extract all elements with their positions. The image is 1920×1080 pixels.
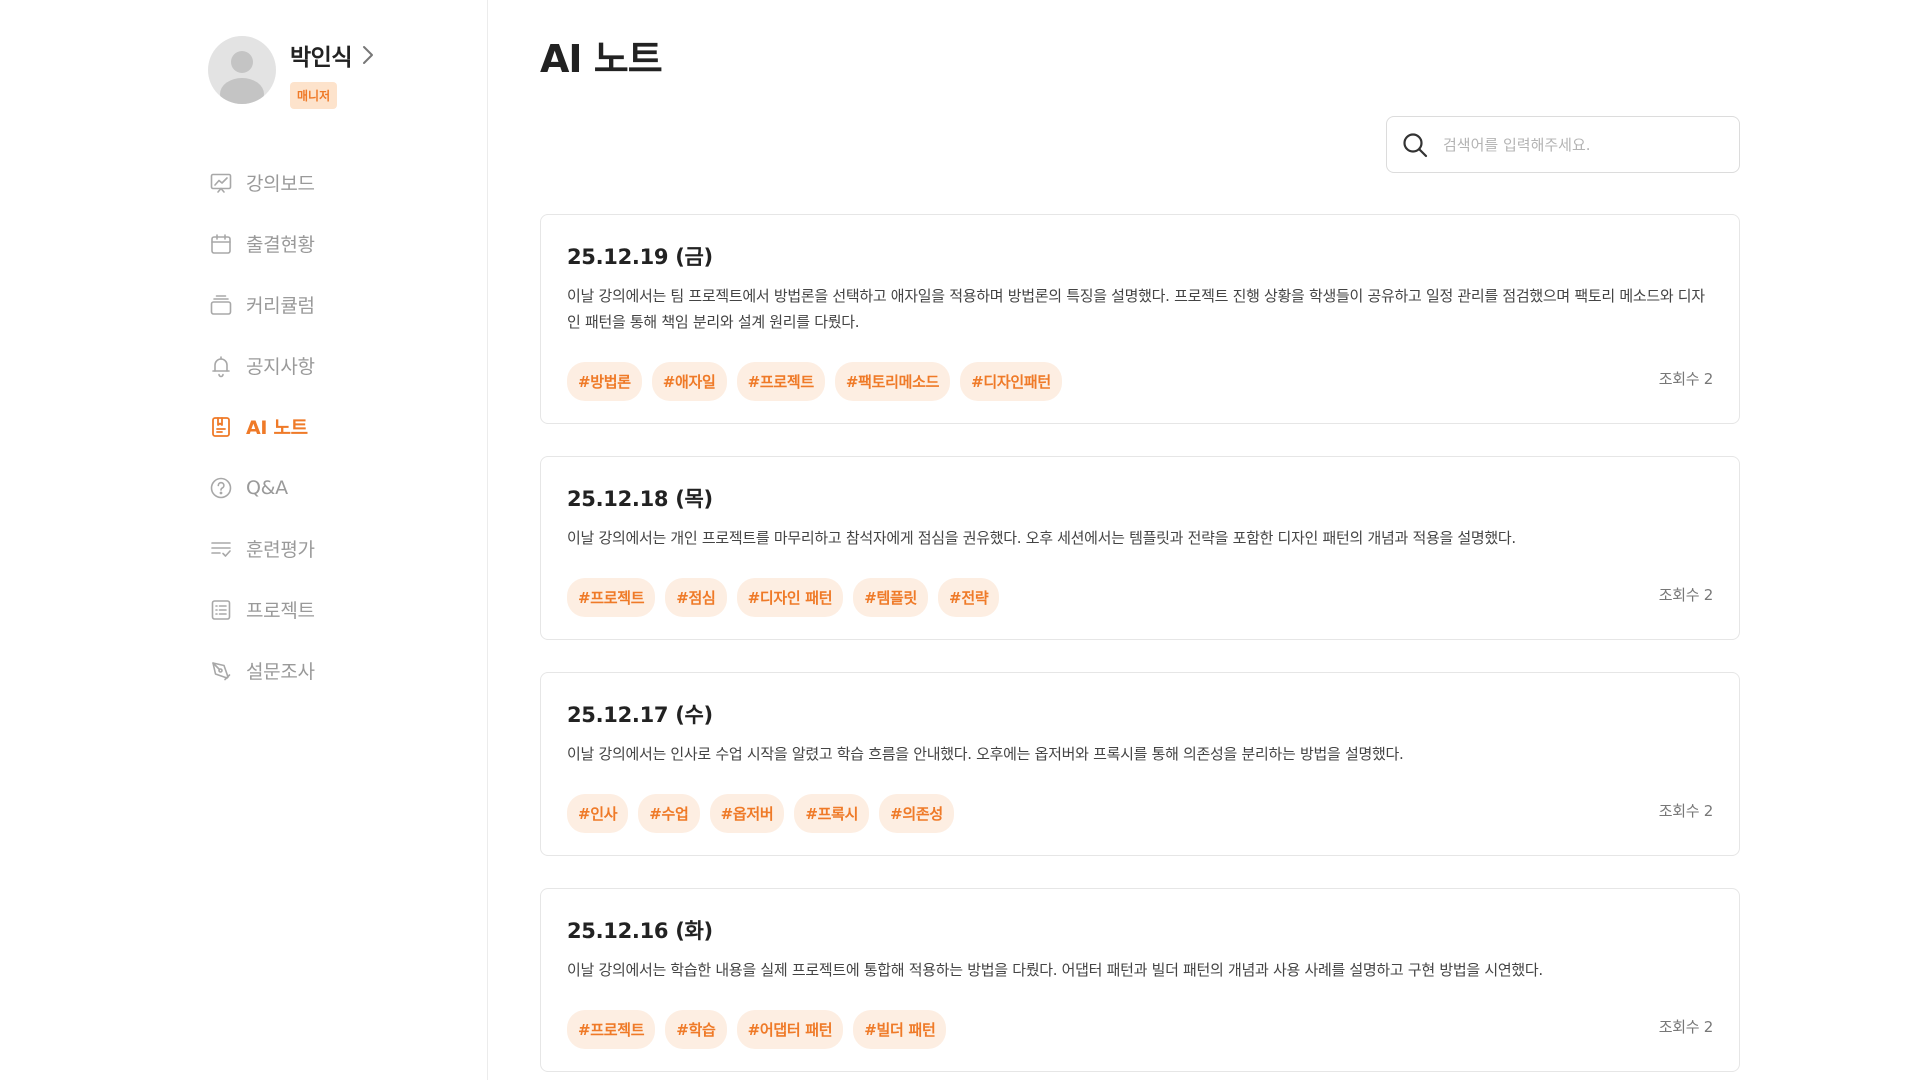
tag-chip[interactable]: #프로젝트 xyxy=(736,362,825,401)
sidebar-item-survey[interactable]: 설문조사 xyxy=(208,640,315,701)
calendar-icon xyxy=(208,231,234,257)
user-profile: 박인식 매니저 xyxy=(208,36,374,109)
tag-chip[interactable]: #애자일 xyxy=(651,362,727,401)
note-summary: 이날 강의에서는 개인 프로젝트를 마무리하고 참석자에게 점심을 권유했다. … xyxy=(567,529,1516,547)
tag-chip[interactable]: #디자인패턴 xyxy=(960,362,1062,401)
note-card[interactable]: 25.12.19 (금) 이날 강의에서는 팀 프로젝트에서 방법론을 선택하고… xyxy=(540,214,1740,424)
sidebar-item-label: 출결현황 xyxy=(246,234,315,256)
app-root: 박인식 매니저 강의보드 출결현황 커리큘럼 공지사항 AI 노트 Q&A 훈련… xyxy=(0,0,1920,1080)
view-count: 조회수 2 xyxy=(1658,370,1714,388)
tag-list: #인사 #수업 #옵저버 #프록시 #의존성 xyxy=(567,794,964,833)
sidebar-item-training-eval[interactable]: 훈련평가 xyxy=(208,518,315,579)
ai-note-icon xyxy=(208,414,234,440)
avatar xyxy=(208,36,276,104)
user-silhouette-icon xyxy=(220,51,264,104)
chevron-right-icon xyxy=(362,45,374,65)
bell-icon xyxy=(208,353,234,379)
list-check-icon xyxy=(208,536,234,562)
sidebar-item-label: 공지사항 xyxy=(246,356,315,378)
tag-chip[interactable]: #팩토리메소드 xyxy=(834,362,951,401)
note-summary: 이날 강의에서는 학습한 내용을 실제 프로젝트에 통합해 적용하는 방법을 다… xyxy=(567,961,1543,979)
note-date: 25.12.18 (목) xyxy=(567,487,713,511)
tag-chip[interactable]: #방법론 xyxy=(567,362,642,401)
tag-chip[interactable]: #점심 xyxy=(665,578,727,617)
note-date: 25.12.16 (화) xyxy=(567,919,713,943)
tag-chip[interactable]: #수업 xyxy=(638,794,700,833)
page-title: AI 노트 xyxy=(540,37,663,81)
view-count: 조회수 2 xyxy=(1658,1018,1714,1036)
sidebar-nav: 강의보드 출결현황 커리큘럼 공지사항 AI 노트 Q&A 훈련평가 프로젝트 … xyxy=(208,152,315,701)
sidebar-item-project[interactable]: 프로젝트 xyxy=(208,579,315,640)
sidebar-item-label: 강의보드 xyxy=(246,173,315,195)
tag-chip[interactable]: #학습 xyxy=(665,1010,727,1049)
tag-list: #프로젝트 #점심 #디자인 패턴 #템플릿 #전략 xyxy=(567,578,1009,617)
view-count: 조회수 2 xyxy=(1658,802,1714,820)
sidebar-item-label: 훈련평가 xyxy=(246,539,315,561)
view-count: 조회수 2 xyxy=(1658,586,1714,604)
note-date: 25.12.17 (수) xyxy=(567,703,713,727)
sidebar-item-label: 프로젝트 xyxy=(246,600,315,622)
note-date: 25.12.19 (금) xyxy=(567,245,713,269)
tag-list: #프로젝트 #학습 #어댑터 패턴 #빌더 패턴 xyxy=(567,1010,956,1049)
sidebar-item-label: AI 노트 xyxy=(246,417,308,439)
tag-chip[interactable]: #디자인 패턴 xyxy=(736,578,844,617)
tag-chip[interactable]: #전략 xyxy=(938,578,1000,617)
profile-link[interactable]: 박인식 xyxy=(290,38,374,72)
sidebar-item-ai-note[interactable]: AI 노트 xyxy=(208,396,315,457)
tag-chip[interactable]: #어댑터 패턴 xyxy=(736,1010,844,1049)
search-input[interactable] xyxy=(1443,135,1723,154)
question-circle-icon xyxy=(208,475,234,501)
sidebar-item-label: 설문조사 xyxy=(246,661,315,683)
tag-chip[interactable]: #인사 xyxy=(567,794,629,833)
document-list-icon xyxy=(208,597,234,623)
sidebar-item-label: Q&A xyxy=(246,476,288,499)
sidebar-item-label: 커리큘럼 xyxy=(246,295,315,317)
sidebar-item-notice[interactable]: 공지사항 xyxy=(208,335,315,396)
tag-chip[interactable]: #템플릿 xyxy=(853,578,929,617)
sidebar-item-attendance[interactable]: 출결현황 xyxy=(208,213,315,274)
sidebar: 박인식 매니저 강의보드 출결현황 커리큘럼 공지사항 AI 노트 Q&A 훈련… xyxy=(0,0,488,1080)
sidebar-item-qna[interactable]: Q&A xyxy=(208,457,315,518)
tag-chip[interactable]: #옵저버 xyxy=(709,794,785,833)
tag-chip[interactable]: #프로젝트 xyxy=(567,1010,656,1049)
layers-icon xyxy=(208,292,234,318)
tag-list: #방법론 #애자일 #프로젝트 #팩토리메소드 #디자인패턴 xyxy=(567,362,1072,401)
sidebar-item-lecture-board[interactable]: 강의보드 xyxy=(208,152,315,213)
note-card[interactable]: 25.12.18 (목) 이날 강의에서는 개인 프로젝트를 마무리하고 참석자… xyxy=(540,456,1740,640)
search-icon[interactable] xyxy=(1401,131,1429,159)
sidebar-item-curriculum[interactable]: 커리큘럼 xyxy=(208,274,315,335)
tag-chip[interactable]: #빌더 패턴 xyxy=(853,1010,947,1049)
user-name: 박인식 xyxy=(290,45,352,71)
search-box[interactable] xyxy=(1386,116,1740,173)
tag-chip[interactable]: #의존성 xyxy=(879,794,954,833)
chart-board-icon xyxy=(208,170,234,196)
note-card[interactable]: 25.12.17 (수) 이날 강의에서는 인사로 수업 시작을 알렸고 학습 … xyxy=(540,672,1740,856)
note-summary: 이날 강의에서는 인사로 수업 시작을 알렸고 학습 흐름을 안내했다. 오후에… xyxy=(567,745,1404,763)
profile-info: 박인식 매니저 xyxy=(290,38,374,109)
tag-chip[interactable]: #프록시 xyxy=(794,794,870,833)
pen-survey-icon xyxy=(208,658,234,684)
note-card[interactable]: 25.12.16 (화) 이날 강의에서는 학습한 내용을 실제 프로젝트에 통… xyxy=(540,888,1740,1072)
note-summary: 이날 강의에서는 팀 프로젝트에서 방법론을 선택하고 애자일을 적용하며 방법… xyxy=(567,287,1705,331)
tag-chip[interactable]: #프로젝트 xyxy=(567,578,656,617)
role-badge: 매니저 xyxy=(290,82,338,109)
note-list: 25.12.19 (금) 이날 강의에서는 팀 프로젝트에서 방법론을 선택하고… xyxy=(540,214,1740,1080)
